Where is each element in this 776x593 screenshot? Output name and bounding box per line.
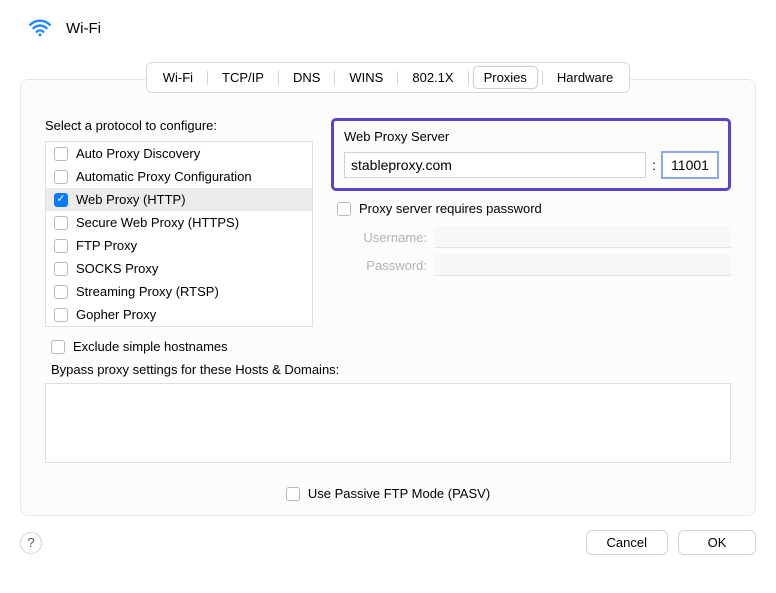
protocol-label: Web Proxy (HTTP)	[76, 192, 186, 207]
checkbox[interactable]	[54, 308, 68, 322]
protocol-item-streaming-proxy[interactable]: Streaming Proxy (RTSP)	[46, 280, 312, 303]
ok-button[interactable]: OK	[678, 530, 756, 555]
protocol-label: FTP Proxy	[76, 238, 137, 253]
protocol-label: Gopher Proxy	[76, 307, 156, 322]
checkbox[interactable]	[54, 216, 68, 230]
checkbox[interactable]	[54, 239, 68, 253]
tabs-bar: Wi-Fi TCP/IP DNS WINS 802.1X Proxies Har…	[146, 62, 631, 93]
window-title: Wi-Fi	[66, 20, 101, 37]
cancel-button[interactable]: Cancel	[586, 530, 668, 555]
tab-wins[interactable]: WINS	[339, 66, 393, 89]
tab-hardware[interactable]: Hardware	[547, 66, 623, 89]
protocol-label: Auto Proxy Discovery	[76, 146, 200, 161]
requires-password-checkbox[interactable]	[337, 202, 351, 216]
window-header: Wi-Fi	[20, 12, 756, 52]
tab-wifi[interactable]: Wi-Fi	[153, 66, 203, 89]
help-button[interactable]: ?	[20, 532, 42, 554]
protocol-label: Streaming Proxy (RTSP)	[76, 284, 219, 299]
wifi-icon	[26, 14, 54, 42]
checkbox[interactable]: ✓	[54, 193, 68, 207]
proxy-host-input[interactable]	[344, 152, 646, 178]
protocol-label: Automatic Proxy Configuration	[76, 169, 252, 184]
proxy-port-input[interactable]	[662, 152, 718, 178]
username-label: Username:	[337, 230, 427, 245]
protocol-list: Auto Proxy Discovery Automatic Proxy Con…	[45, 141, 313, 327]
server-highlight-box: Web Proxy Server :	[331, 118, 731, 191]
tab-dns[interactable]: DNS	[283, 66, 330, 89]
settings-panel: Select a protocol to configure: Auto Pro…	[20, 79, 756, 516]
protocol-label: SOCKS Proxy	[76, 261, 158, 276]
checkbox[interactable]	[54, 285, 68, 299]
requires-password-label: Proxy server requires password	[359, 201, 542, 216]
bypass-textarea[interactable]	[45, 383, 731, 463]
protocol-item-auto-config[interactable]: Automatic Proxy Configuration	[46, 165, 312, 188]
web-proxy-server-label: Web Proxy Server	[344, 129, 718, 144]
select-protocol-label: Select a protocol to configure:	[45, 118, 313, 133]
username-input[interactable]	[435, 226, 731, 248]
tab-8021x[interactable]: 802.1X	[402, 66, 463, 89]
tab-proxies[interactable]: Proxies	[473, 66, 538, 89]
password-label: Password:	[337, 258, 427, 273]
exclude-hostnames-label: Exclude simple hostnames	[73, 339, 228, 354]
passive-ftp-label: Use Passive FTP Mode (PASV)	[308, 486, 490, 501]
protocol-label: Secure Web Proxy (HTTPS)	[76, 215, 239, 230]
protocol-item-secure-web-proxy[interactable]: Secure Web Proxy (HTTPS)	[46, 211, 312, 234]
passive-ftp-checkbox[interactable]	[286, 487, 300, 501]
protocol-item-gopher-proxy[interactable]: Gopher Proxy	[46, 303, 312, 326]
protocol-item-ftp-proxy[interactable]: FTP Proxy	[46, 234, 312, 257]
protocol-item-web-proxy[interactable]: ✓ Web Proxy (HTTP)	[46, 188, 312, 211]
host-port-separator: :	[652, 157, 656, 173]
protocol-item-socks-proxy[interactable]: SOCKS Proxy	[46, 257, 312, 280]
bypass-label: Bypass proxy settings for these Hosts & …	[51, 362, 731, 377]
exclude-hostnames-checkbox[interactable]	[51, 340, 65, 354]
checkbox[interactable]	[54, 170, 68, 184]
checkbox[interactable]	[54, 262, 68, 276]
checkbox[interactable]	[54, 147, 68, 161]
password-input[interactable]	[435, 254, 731, 276]
protocol-item-auto-discovery[interactable]: Auto Proxy Discovery	[46, 142, 312, 165]
tab-tcpip[interactable]: TCP/IP	[212, 66, 274, 89]
